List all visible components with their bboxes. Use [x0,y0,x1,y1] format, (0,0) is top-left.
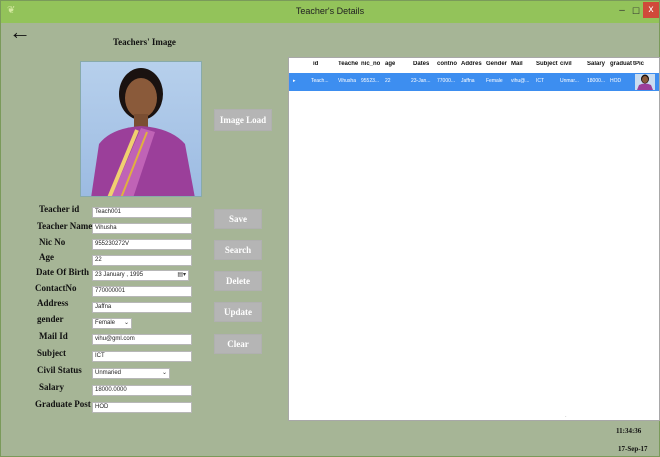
teacher-thumbnail-icon[interactable] [635,74,655,90]
salary-label: Salary [39,382,65,392]
civil-status-select[interactable]: Unmaried ⌄ [92,368,170,379]
column-header[interactable]: civil [560,61,572,67]
column-header[interactable]: id [313,61,318,67]
grid-corner-mark: · [565,414,567,420]
row-selector-icon[interactable]: ▸ [293,78,296,84]
dob-value: 23 January , 1995 [95,272,144,278]
address-field[interactable]: Jaffna [92,302,192,313]
column-header[interactable]: contno [437,61,457,67]
civil-status-value: Unmaried [95,370,122,376]
minimize-button[interactable]: – [616,4,628,18]
grid-header: id Teache nic_no age Dates contno Addres… [289,61,659,73]
image-caption: Teachers' Image [113,37,176,47]
column-header[interactable]: Dates [413,61,429,67]
table-cell[interactable]: 95523... [361,78,383,84]
column-header[interactable]: Subject [536,61,558,67]
table-cell[interactable]: 77000... [437,78,459,84]
table-cell[interactable]: Female [486,78,510,84]
teachers-details-window: ❦ Teacher's Details – ☐ x ← Teachers' Im… [0,0,660,457]
teacher-name-field[interactable]: Vihusha [92,223,192,234]
column-header[interactable]: Teache [338,61,359,67]
teacher-portrait-icon [91,68,195,196]
close-button[interactable]: x [643,2,659,18]
nic-no-label: Nic No [39,237,66,247]
table-row[interactable]: ▸ Teach... Vihusha 95523... 22 23-Jan...… [289,73,659,91]
date-of-birth-picker[interactable]: 23 January , 1995 ▤▾ [92,270,189,281]
dob-label: Date Of Birth [36,267,89,277]
subject-field[interactable]: ICT [92,351,192,362]
column-header[interactable]: nic_no [361,61,380,67]
teacher-id-field[interactable]: Teach001 [92,207,192,218]
image-load-button[interactable]: Image Load [214,109,272,131]
teacher-name-label: Teacher Name [37,221,93,231]
age-label: Age [39,252,54,262]
chevron-down-icon[interactable]: ⌄ [162,369,167,378]
table-cell[interactable]: Teach... [311,78,335,84]
mail-id-field[interactable]: vihu@gml.com [92,334,192,345]
gender-select[interactable]: Female ⌄ [92,318,132,329]
calendar-icon[interactable]: ▤▾ [177,271,186,280]
title-bar: ❦ Teacher's Details – ☐ x [1,1,659,23]
column-header[interactable]: age [385,61,395,67]
column-header[interactable]: tPic [633,61,644,67]
save-button[interactable]: Save [214,209,262,229]
table-cell[interactable]: 23-Jan... [411,78,435,84]
graduate-post-field[interactable]: HOD [92,402,192,413]
update-button[interactable]: Update [214,302,262,322]
search-button[interactable]: Search [214,240,262,260]
contact-label: ContactNo [35,283,77,293]
mail-id-label: Mail Id [39,331,68,341]
table-cell[interactable]: vihu@... [511,78,533,84]
age-field[interactable]: 22 [92,255,192,266]
window-title: Teacher's Details [295,6,365,16]
contact-field[interactable]: 770000001 [92,286,192,297]
chevron-down-icon[interactable]: ⌄ [124,319,129,328]
table-cell[interactable]: Jaffna [461,78,483,84]
table-cell[interactable]: HOD [610,78,632,84]
clock-date: 17-Sep-17 [618,445,648,453]
clock-time: 11:34:36 [616,427,642,435]
column-header[interactable]: Mail [511,61,523,67]
column-header[interactable]: Salary [587,61,605,67]
address-label: Address [37,298,69,308]
table-cell[interactable]: ICT [536,78,558,84]
subject-label: Subject [37,348,66,358]
table-cell[interactable]: 18000... [587,78,608,84]
clear-button[interactable]: Clear [214,334,262,354]
nic-no-field[interactable]: 955230272V [92,239,192,250]
table-cell[interactable]: Vihusha [338,78,360,84]
column-header[interactable]: Gender [486,61,507,67]
teacher-id-label: Teacher id [39,204,80,214]
column-header[interactable]: graduat [610,61,632,67]
teachers-data-grid[interactable]: id Teache nic_no age Dates contno Addres… [288,57,660,421]
table-cell[interactable]: 22 [385,78,409,84]
graduate-post-label: Graduate Post [35,399,91,409]
delete-button[interactable]: Delete [214,271,262,291]
teacher-photo [80,61,202,197]
gender-value: Female [95,320,116,326]
maximize-button[interactable]: ☐ [630,4,642,18]
back-arrow-icon[interactable]: ← [9,21,35,43]
table-cell[interactable]: Unmar... [560,78,584,84]
portrait-thumbnail-icon [637,74,653,90]
civil-status-label: Civil Status [37,365,82,375]
gender-label: gender [37,314,64,324]
salary-field[interactable]: 18000.0000 [92,385,192,396]
column-header[interactable]: Addres [461,61,483,67]
